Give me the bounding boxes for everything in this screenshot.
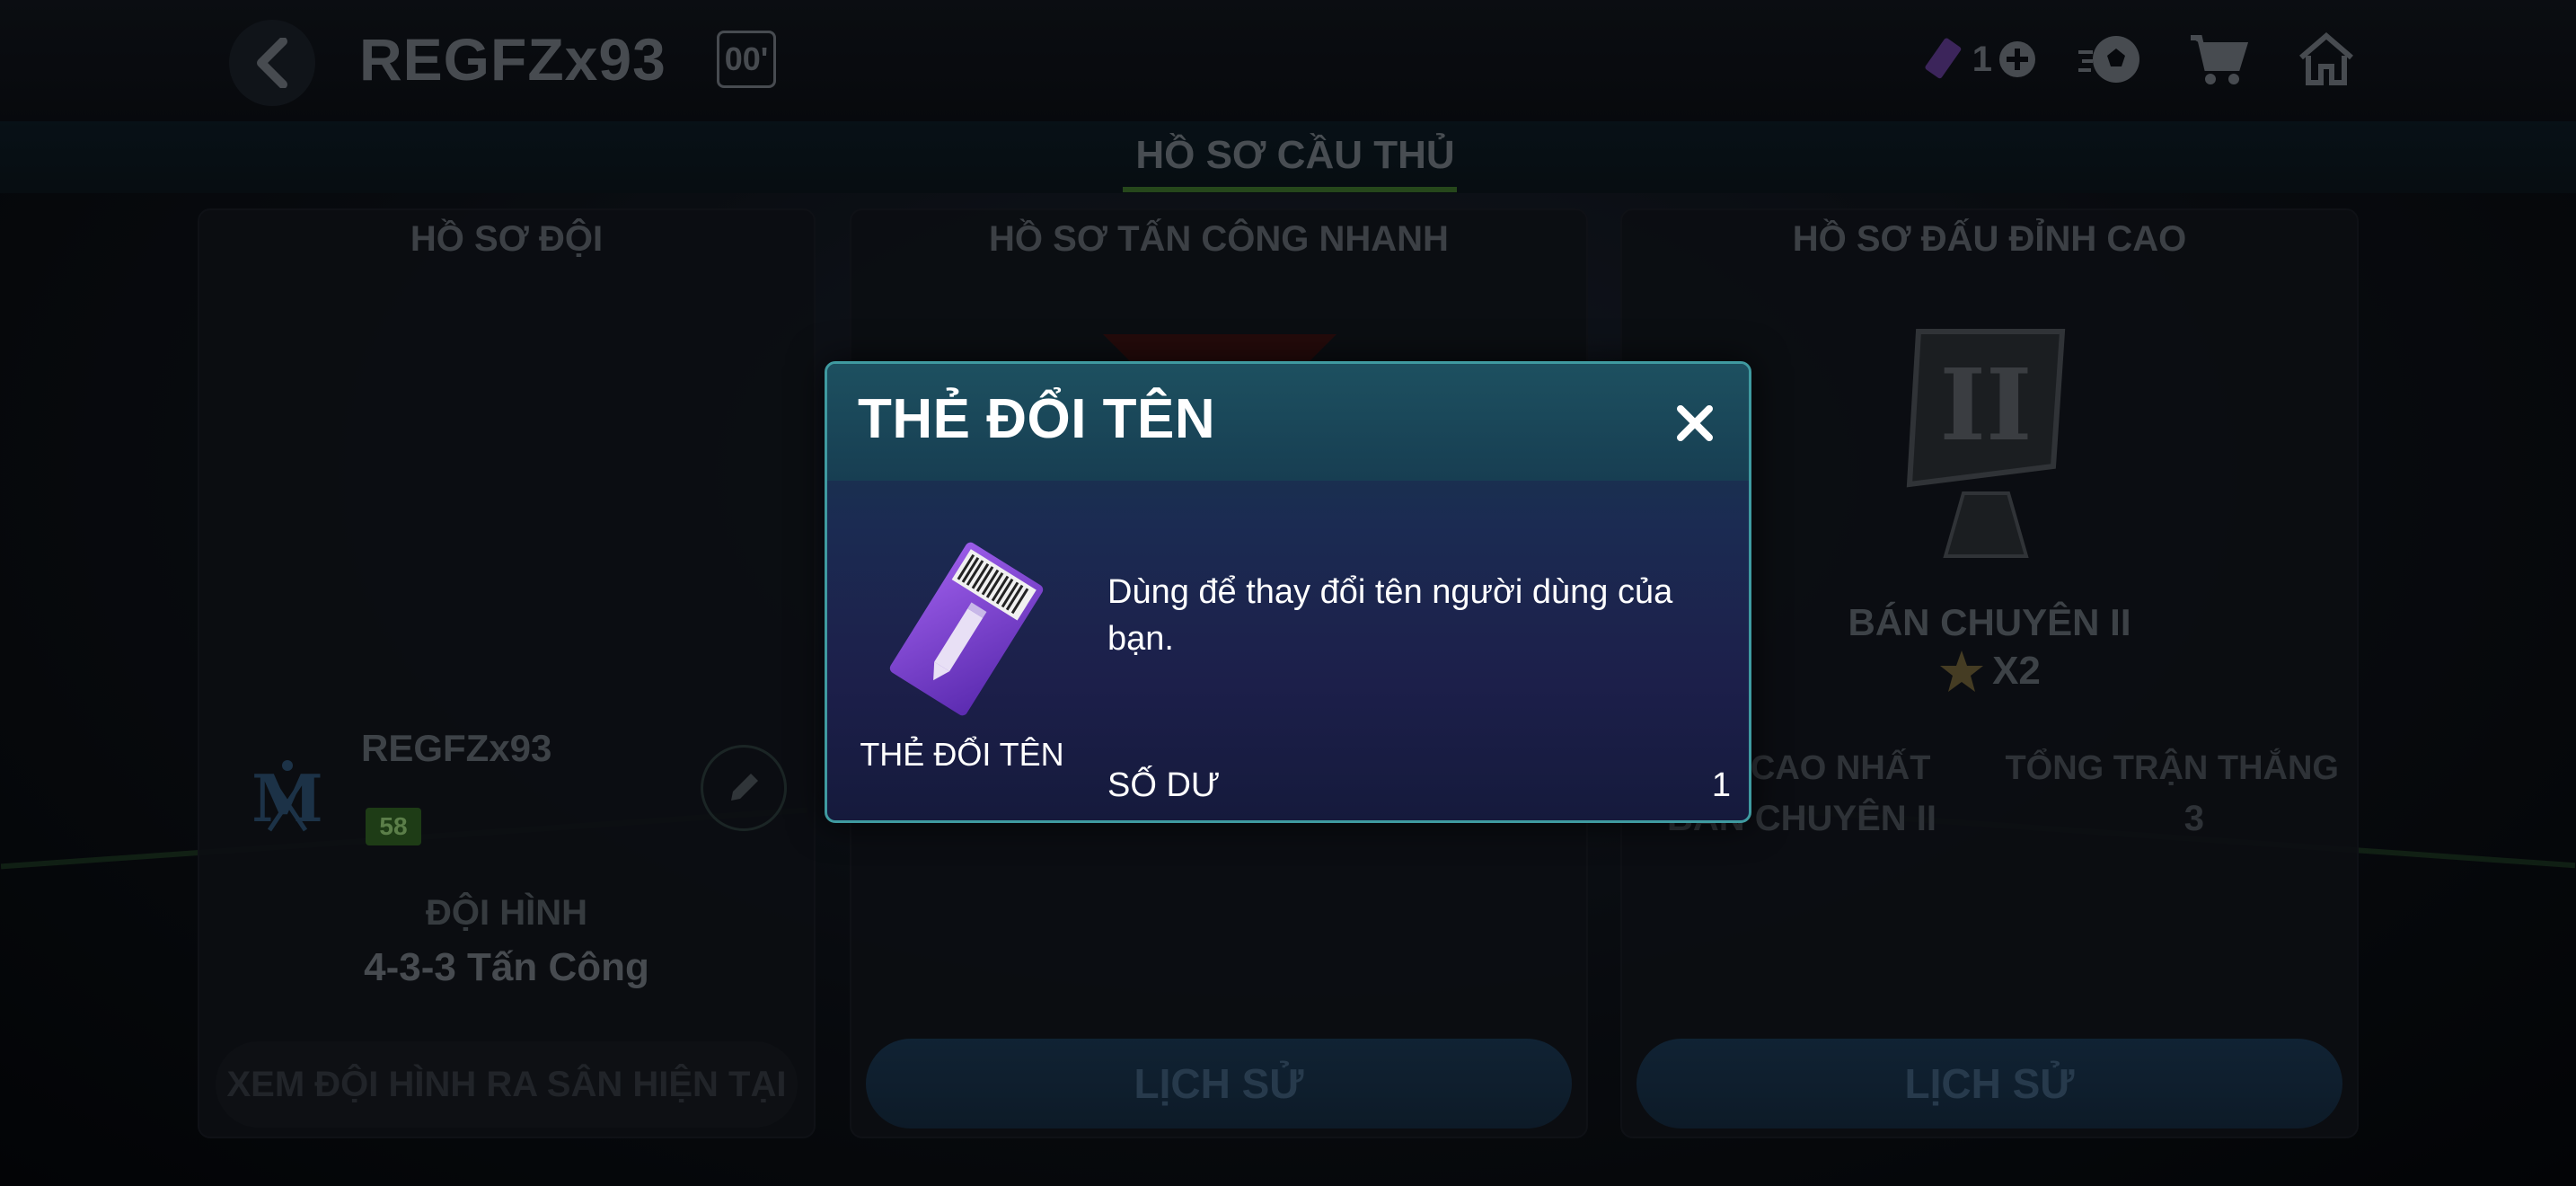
close-icon [1677,405,1713,441]
balance-label: SỐ DƯ [1107,766,1221,804]
close-button[interactable] [1668,396,1722,450]
rename-card-modal: THẺ ĐỔI TÊN THẺ ĐỔI TÊN Dùng để thay đổi… [825,361,1751,823]
item-description: Dùng để thay đổi tên người dùng của bạn. [1107,573,1673,658]
rename-ticket-icon [889,542,1044,716]
balance-value: 1 [1711,766,1731,804]
modal-title: THẺ ĐỔI TÊN [858,388,1216,450]
item-name: THẺ ĐỔI TÊN [860,736,1064,773]
